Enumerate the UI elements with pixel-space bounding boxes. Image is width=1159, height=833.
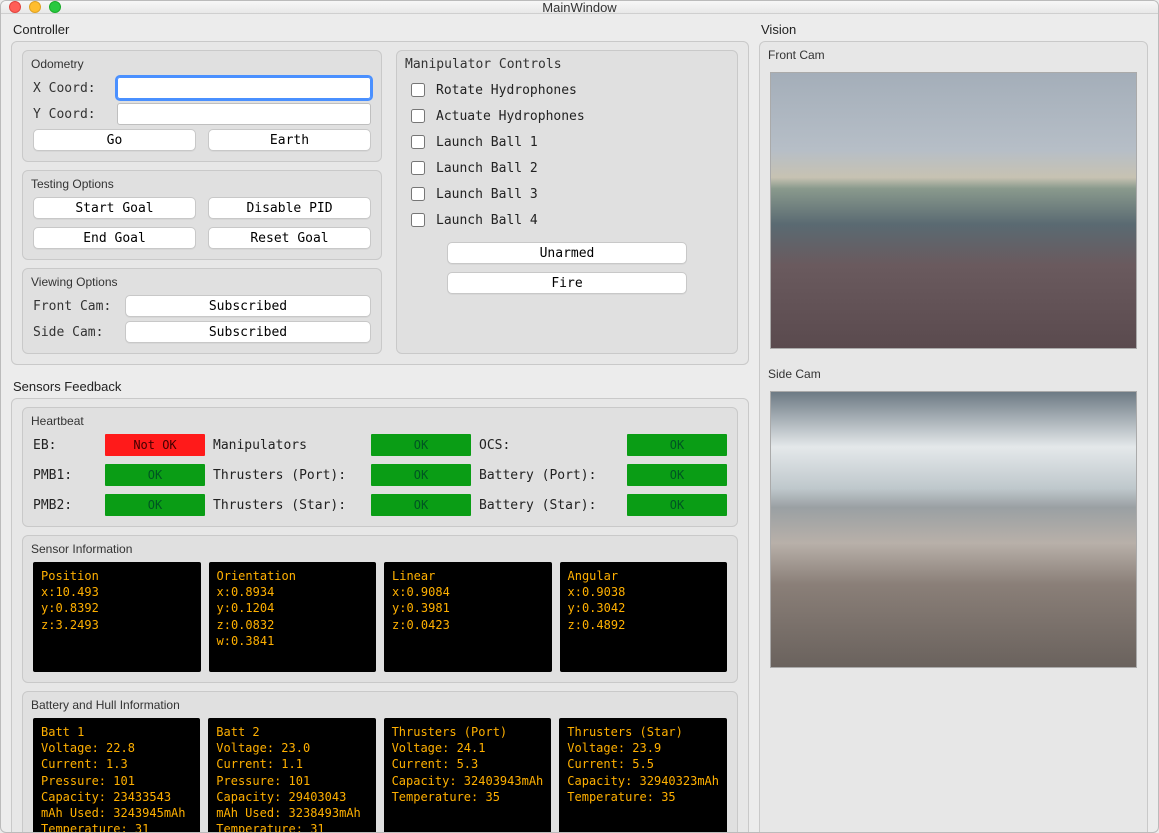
heartbeat-label-0: EB: [33, 438, 97, 453]
x-coord-input[interactable] [117, 77, 371, 99]
front-cam-subscribe-button[interactable]: Subscribed [125, 295, 371, 317]
heartbeat-label-3: PMB1: [33, 468, 97, 483]
battery-label: Battery and Hull Information [31, 698, 725, 712]
manip-option-5: Launch Ball 4 [407, 210, 727, 230]
manip-option-2: Launch Ball 1 [407, 132, 727, 152]
earth-button[interactable]: Earth [208, 129, 371, 151]
titlebar: MainWindow [1, 1, 1158, 14]
heartbeat-label: Heartbeat [31, 414, 725, 428]
heartbeat-label-8: Battery (Star): [479, 498, 619, 513]
heartbeat-label-7: Thrusters (Star): [213, 498, 363, 513]
manipulator-panel: Manipulator Controls Rotate Hydrophones A… [396, 50, 738, 354]
sensor-info-box-0: Position x:10.493 y:0.8392 z:3.2493 [33, 562, 201, 672]
x-coord-label: X Coord: [33, 81, 111, 96]
manip-option-1: Actuate Hydrophones [407, 106, 727, 126]
testing-label: Testing Options [31, 177, 369, 191]
controller-label: Controller [13, 22, 749, 37]
heartbeat-status-7: OK [371, 494, 471, 516]
y-coord-label: Y Coord: [33, 107, 111, 122]
y-coord-input[interactable] [117, 103, 371, 125]
heartbeat-label-4: Thrusters (Port): [213, 468, 363, 483]
odometry-label: Odometry [31, 57, 369, 71]
front-cam-view [770, 72, 1137, 349]
heartbeat-status-8: OK [627, 494, 727, 516]
heartbeat-panel: Heartbeat EB: Not OK Manipulators OK OCS: OK P… [22, 407, 738, 527]
sensor-info-label: Sensor Information [31, 542, 725, 556]
unarmed-button[interactable]: Unarmed [447, 242, 687, 264]
heartbeat-label-5: Battery (Port): [479, 468, 619, 483]
manip-option-3: Launch Ball 2 [407, 158, 727, 178]
controller-panel: Odometry X Coord: Y Coord: Go [11, 41, 749, 365]
sensors-label: Sensors Feedback [13, 379, 749, 394]
sensor-info-box-1: Orientation x:0.8934 y:0.1204 z:0.0832 w… [209, 562, 377, 672]
manip-option-label: Actuate Hydrophones [436, 109, 585, 124]
manip-option-0: Rotate Hydrophones [407, 80, 727, 100]
side-cam-subscribe-button[interactable]: Subscribed [125, 321, 371, 343]
vision-label: Vision [761, 22, 1148, 37]
end-goal-button[interactable]: End Goal [33, 227, 196, 249]
side-cam-view [770, 391, 1137, 668]
heartbeat-status-2: OK [627, 434, 727, 456]
heartbeat-status-0: Not OK [105, 434, 205, 456]
start-goal-button[interactable]: Start Goal [33, 197, 196, 219]
window-title: MainWindow [1, 0, 1158, 15]
go-button[interactable]: Go [33, 129, 196, 151]
manipulator-label: Manipulator Controls [405, 57, 725, 72]
heartbeat-label-1: Manipulators [213, 438, 363, 453]
manip-option-label: Rotate Hydrophones [436, 83, 577, 98]
heartbeat-label-2: OCS: [479, 438, 619, 453]
sensor-info-box-3: Angular x:0.9038 y:0.3042 z:0.4892 [560, 562, 728, 672]
side-cam-title: Side Cam [768, 367, 1135, 381]
heartbeat-label-6: PMB2: [33, 498, 97, 513]
fire-button[interactable]: Fire [447, 272, 687, 294]
manip-checkbox-0[interactable] [411, 83, 425, 97]
odometry-panel: Odometry X Coord: Y Coord: Go [22, 50, 382, 162]
battery-panel: Battery and Hull Information Batt 1 Volt… [22, 691, 738, 833]
heartbeat-status-1: OK [371, 434, 471, 456]
testing-panel: Testing Options Start Goal Disable PID E… [22, 170, 382, 260]
manip-checkbox-4[interactable] [411, 187, 425, 201]
manip-option-4: Launch Ball 3 [407, 184, 727, 204]
sensor-info-panel: Sensor Information Position x:10.493 y:0… [22, 535, 738, 683]
manip-checkbox-5[interactable] [411, 213, 425, 227]
manip-checkbox-3[interactable] [411, 161, 425, 175]
viewing-label: Viewing Options [31, 275, 369, 289]
sensors-panel: Heartbeat EB: Not OK Manipulators OK OCS: OK P… [11, 398, 749, 833]
sensor-info-box-2: Linear x:0.9084 y:0.3981 z:0.0423 [384, 562, 552, 672]
reset-goal-button[interactable]: Reset Goal [208, 227, 371, 249]
manip-checkbox-2[interactable] [411, 135, 425, 149]
side-cam-label: Side Cam: [33, 325, 117, 340]
heartbeat-status-5: OK [627, 464, 727, 486]
heartbeat-status-3: OK [105, 464, 205, 486]
disable-pid-button[interactable]: Disable PID [208, 197, 371, 219]
battery-box-3: Thrusters (Star) Voltage: 23.9 Current: … [559, 718, 727, 833]
manip-checkbox-1[interactable] [411, 109, 425, 123]
battery-box-2: Thrusters (Port) Voltage: 24.1 Current: … [384, 718, 552, 833]
manip-option-label: Launch Ball 2 [436, 161, 538, 176]
manip-option-label: Launch Ball 4 [436, 213, 538, 228]
heartbeat-status-4: OK [371, 464, 471, 486]
front-cam-label: Front Cam: [33, 299, 117, 314]
battery-box-1: Batt 2 Voltage: 23.0 Current: 1.1 Pressu… [208, 718, 375, 833]
main-window: MainWindow Controller Odometry X Coord: [0, 0, 1159, 833]
viewing-panel: Viewing Options Front Cam: Subscribed Si… [22, 268, 382, 354]
heartbeat-status-6: OK [105, 494, 205, 516]
manip-option-label: Launch Ball 3 [436, 187, 538, 202]
front-cam-title: Front Cam [768, 48, 1135, 62]
manip-option-label: Launch Ball 1 [436, 135, 538, 150]
vision-panel: Front Cam Side Cam [759, 41, 1148, 833]
battery-box-0: Batt 1 Voltage: 22.8 Current: 1.3 Pressu… [33, 718, 200, 833]
